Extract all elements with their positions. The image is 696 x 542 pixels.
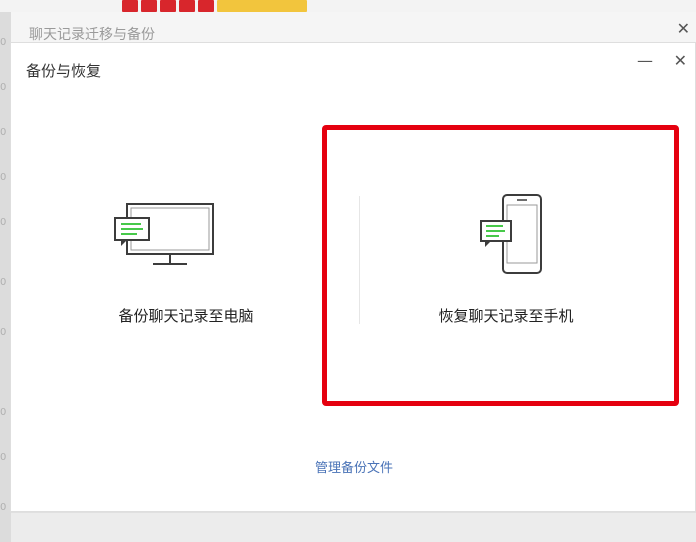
options-divider — [359, 196, 360, 324]
thumbnail — [198, 0, 214, 12]
backup-option-label: 备份聊天记录至电脑 — [118, 307, 254, 325]
backup-to-computer-option[interactable]: 备份聊天记录至电脑 — [51, 163, 321, 363]
edge-digit: 0 — [0, 452, 7, 463]
edge-digit: 0 — [0, 502, 7, 513]
thumbnail — [160, 0, 176, 12]
edge-digit: 0 — [0, 407, 7, 418]
computer-chat-icon — [113, 200, 217, 272]
outer-footer — [11, 512, 696, 542]
backup-restore-dialog: 备份与恢复 — ✕ 备份聊天记录至电脑 恢复聊天记录至手机 管理备份文件 — [10, 42, 696, 512]
restore-to-phone-option[interactable]: 恢复聊天记录至手机 — [361, 163, 651, 363]
outer-window-title: 聊天记录迁移与备份 — [29, 27, 155, 43]
restore-option-label: 恢复聊天记录至手机 — [438, 307, 574, 325]
minimize-button[interactable]: — — [637, 51, 653, 70]
edge-digit: 0 — [0, 327, 7, 338]
edge-digit: 0 — [0, 127, 7, 138]
close-button[interactable]: ✕ — [674, 51, 687, 70]
background-left-edge: 0 0 0 0 0 0 0 0 0 0 — [0, 12, 10, 542]
background-app-strip — [0, 0, 696, 12]
thumbnail — [179, 0, 195, 12]
edge-digit: 0 — [0, 172, 7, 183]
edge-digit: 0 — [0, 37, 7, 48]
background-thumbnails — [122, 0, 327, 12]
edge-digit: 0 — [0, 82, 7, 93]
manage-backup-files-link[interactable]: 管理备份文件 — [11, 457, 696, 476]
outer-close-button[interactable]: ✕ — [677, 19, 690, 38]
thumbnail — [141, 0, 157, 12]
dialog-title: 备份与恢复 — [26, 62, 102, 80]
thumbnail — [217, 0, 307, 12]
edge-digit: 0 — [0, 217, 7, 228]
thumbnail — [122, 0, 138, 12]
edge-digit: 0 — [0, 277, 7, 288]
phone-chat-icon — [479, 193, 545, 281]
